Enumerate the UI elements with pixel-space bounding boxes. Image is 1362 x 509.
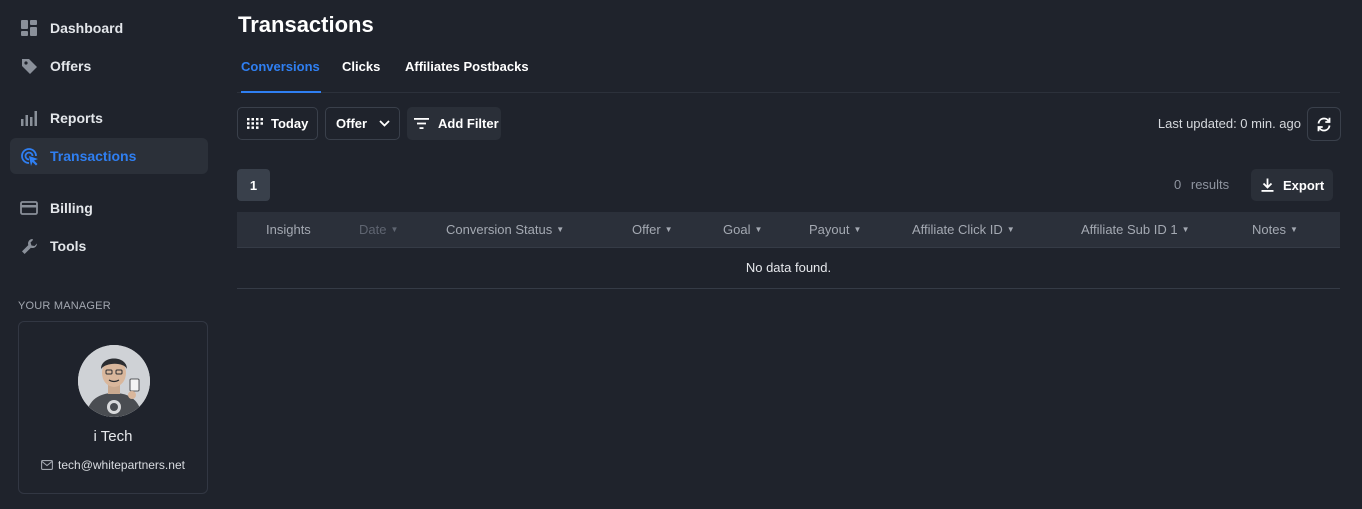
export-button[interactable]: Export xyxy=(1251,169,1333,201)
pagination-page-button[interactable]: 1 xyxy=(237,169,270,201)
column-header-offer[interactable]: Offer ▼ xyxy=(632,222,673,237)
column-header-notes[interactable]: Notes ▼ xyxy=(1252,222,1298,237)
table-header: Insights Date ▼ Conversion Status ▼ Offer ▼… xyxy=(237,212,1340,248)
sidebar-item-tools[interactable]: Tools xyxy=(10,228,208,264)
tab-bar: Conversions Clicks Affiliates Postbacks xyxy=(237,53,1340,93)
filter-icon xyxy=(414,118,429,129)
date-range-button[interactable]: Today xyxy=(237,107,318,140)
column-header-affiliate-click-id[interactable]: Affiliate Click ID ▼ xyxy=(912,222,1015,237)
bar-chart-icon xyxy=(19,108,39,128)
sidebar: Dashboard Offers Reports Transactions Bi… xyxy=(0,0,218,509)
manager-email: tech@whitepartners.net xyxy=(19,458,207,472)
sidebar-item-dashboard[interactable]: Dashboard xyxy=(10,10,208,46)
sidebar-item-label: Tools xyxy=(50,238,87,254)
manager-email-text: tech@whitepartners.net xyxy=(58,458,185,472)
sidebar-item-label: Billing xyxy=(50,200,93,216)
empty-state-message: No data found. xyxy=(745,260,832,275)
results-count: 0 results xyxy=(1174,177,1229,192)
main-content: Transactions Conversions Clicks Affiliat… xyxy=(237,0,1341,509)
manager-name: i Tech xyxy=(93,428,133,445)
tab-conversions[interactable]: Conversions xyxy=(241,53,321,93)
sidebar-item-offers[interactable]: Offers xyxy=(10,48,208,84)
column-header-affiliate-sub-id-1[interactable]: Affiliate Sub ID 1 ▼ xyxy=(1081,222,1190,237)
column-header-goal[interactable]: Goal ▼ xyxy=(723,222,762,237)
sidebar-item-transactions[interactable]: Transactions xyxy=(10,138,208,174)
date-range-label: Today xyxy=(271,116,309,131)
sidebar-item-label: Transactions xyxy=(50,148,137,164)
offer-dropdown-label: Offer xyxy=(336,116,368,131)
page-title: Transactions xyxy=(238,12,374,37)
mail-icon xyxy=(41,460,53,470)
add-filter-button[interactable]: Add Filter xyxy=(407,107,501,140)
sidebar-item-reports[interactable]: Reports xyxy=(10,100,208,136)
results-count-number: 0 xyxy=(1174,177,1182,192)
manager-card: i Tech tech@whitepartners.net xyxy=(18,321,208,494)
sidebar-item-label: Dashboard xyxy=(50,20,124,36)
tab-clicks[interactable]: Clicks xyxy=(342,53,380,93)
cursor-click-icon xyxy=(19,146,39,166)
avatar xyxy=(78,345,150,417)
table-body: No data found. xyxy=(237,248,1340,289)
chevron-down-icon xyxy=(379,120,390,127)
refresh-icon xyxy=(1316,117,1332,132)
column-header-conversion-status[interactable]: Conversion Status ▼ xyxy=(446,222,564,237)
tag-icon xyxy=(19,56,39,76)
export-label: Export xyxy=(1283,177,1325,193)
manager-section-label: YOUR MANAGER xyxy=(18,300,111,312)
refresh-button[interactable] xyxy=(1307,107,1341,141)
credit-card-icon xyxy=(19,198,39,218)
dashboard-icon xyxy=(19,18,39,38)
offer-dropdown[interactable]: Offer xyxy=(325,107,400,140)
results-count-label: results xyxy=(1190,177,1230,192)
column-header-date[interactable]: Date ▼ xyxy=(359,222,398,237)
sidebar-item-billing[interactable]: Billing xyxy=(10,190,208,226)
calendar-grid-icon xyxy=(247,118,263,129)
add-filter-label: Add Filter xyxy=(438,116,499,131)
column-header-payout[interactable]: Payout ▼ xyxy=(809,222,861,237)
last-updated-text: Last updated: 0 min. ago xyxy=(1157,116,1301,131)
wrench-icon xyxy=(19,236,39,256)
tab-affiliates-postbacks[interactable]: Affiliates Postbacks xyxy=(405,53,529,93)
sidebar-item-label: Reports xyxy=(50,110,103,126)
sidebar-item-label: Offers xyxy=(50,58,92,74)
download-icon xyxy=(1261,178,1274,192)
column-header-insights: Insights xyxy=(266,222,311,237)
